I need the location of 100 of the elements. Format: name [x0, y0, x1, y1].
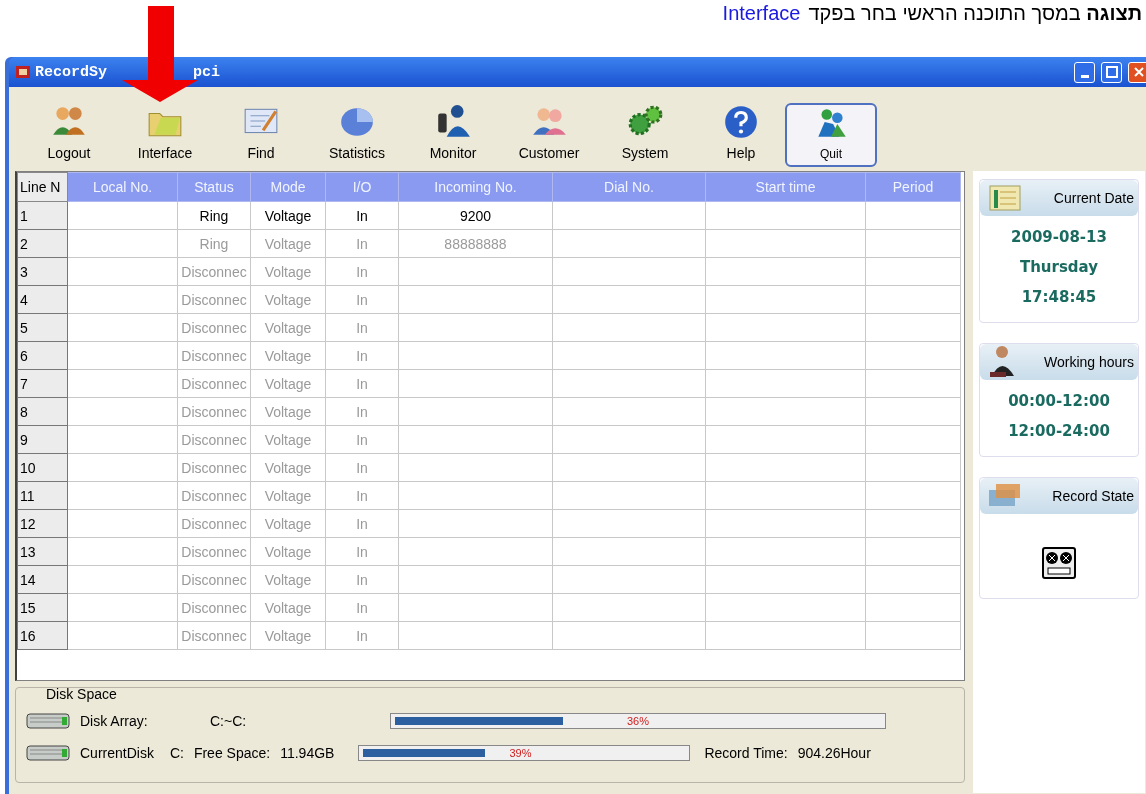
- io-cell: In: [325, 593, 399, 622]
- hard-drive-icon: [26, 713, 70, 729]
- status-cell: Disconnec: [177, 285, 251, 314]
- mode-cell: Voltage: [250, 537, 326, 566]
- line-number-cell: 7: [17, 369, 68, 398]
- minimize-button[interactable]: [1074, 61, 1095, 83]
- mode-cell: Voltage: [250, 369, 326, 398]
- io-cell: In: [325, 201, 399, 230]
- toolbar-button[interactable]: Monitor: [405, 93, 501, 167]
- close-icon: [1132, 66, 1145, 78]
- percent-label: 36%: [627, 714, 650, 728]
- io-cell: In: [325, 481, 399, 510]
- line-number-cell: 13: [17, 537, 68, 566]
- line-number-cell: 3: [17, 257, 68, 286]
- app-icon: [15, 64, 31, 80]
- io-cell: In: [325, 257, 399, 286]
- hard-drive-icon: [26, 745, 70, 761]
- minimize-icon: [1080, 74, 1089, 78]
- status-cell: Disconnec: [177, 481, 251, 510]
- status-cell: Disconnec: [177, 397, 251, 426]
- mode-cell: Voltage: [250, 509, 326, 538]
- toolbar-button[interactable]: Quit: [785, 103, 877, 167]
- io-cell: In: [325, 285, 399, 314]
- mode-cell: Voltage: [250, 425, 326, 454]
- incoming-number-cell: 88888888: [398, 229, 553, 258]
- column-header[interactable]: Line N: [17, 172, 68, 202]
- line-number-cell: 2: [17, 229, 68, 258]
- mode-cell: Voltage: [250, 621, 326, 650]
- info-value: 2009-08-13: [1011, 228, 1107, 246]
- incoming-number-cell: 9200: [398, 201, 553, 230]
- mode-cell: Voltage: [250, 313, 326, 342]
- record-time-value: 904.26Hour: [797, 745, 871, 761]
- window-title: pci: [193, 63, 221, 81]
- card-title: Working hours: [1044, 354, 1134, 370]
- mode-cell: Voltage: [250, 565, 326, 594]
- status-cell: Disconnec: [177, 565, 251, 594]
- io-cell: In: [325, 369, 399, 398]
- mode-cell: Voltage: [250, 481, 326, 510]
- card-title: Current Date: [1053, 190, 1134, 206]
- maximize-button[interactable]: [1101, 61, 1122, 83]
- record-time-label: Record Time:: [704, 745, 788, 761]
- io-cell: In: [325, 621, 399, 650]
- mode-cell: Voltage: [250, 257, 326, 286]
- current-disk-label: CurrentDisk: [80, 745, 154, 761]
- mode-cell: Voltage: [250, 397, 326, 426]
- status-cell: Disconnec: [177, 593, 251, 622]
- io-cell: In: [325, 565, 399, 594]
- mode-cell: Voltage: [250, 593, 326, 622]
- io-cell: In: [325, 341, 399, 370]
- group-title: Disk Space: [46, 686, 118, 702]
- io-cell: In: [325, 397, 399, 426]
- mode-cell: Voltage: [250, 229, 326, 258]
- toolbar-button[interactable]: Statistics: [309, 93, 405, 167]
- help-icon: [722, 103, 760, 141]
- io-cell: In: [325, 537, 399, 566]
- status-cell: Disconnec: [177, 313, 251, 342]
- card-title: Record State: [1052, 488, 1134, 504]
- toolbar-button[interactable]: System: [597, 93, 693, 167]
- info-value: 12:00-24:00: [1008, 422, 1110, 440]
- free-space-label: Free Space:: [193, 745, 271, 761]
- line-number-cell: 12: [17, 509, 68, 538]
- mode-cell: Voltage: [250, 341, 326, 370]
- status-cell: Disconnec: [177, 425, 251, 454]
- close-button[interactable]: [1128, 61, 1146, 83]
- status-cell: Disconnec: [177, 537, 251, 566]
- io-cell: In: [325, 425, 399, 454]
- caption-text: תצוגה במסך התוכנה הראשי בחר בפקד: [808, 2, 1142, 25]
- info-value: 17:48:45: [1021, 288, 1097, 306]
- line-number-cell: 14: [17, 565, 68, 594]
- status-cell: Disconnec: [177, 621, 251, 650]
- tape-recorder-icon: [1041, 546, 1077, 582]
- line-number-cell: 1: [17, 201, 68, 230]
- status-cell: Disconnec: [177, 341, 251, 370]
- line-number-cell: 4: [17, 285, 68, 314]
- line-number-cell: 15: [17, 593, 68, 622]
- toolbar-button[interactable]: Logout: [21, 93, 117, 167]
- toolbar-button[interactable]: Customer: [501, 93, 597, 167]
- line-number-cell: 16: [17, 621, 68, 650]
- toolbar-button[interactable]: Find: [213, 93, 309, 167]
- status-cell: Disconnec: [177, 369, 251, 398]
- disk-path: C:~C:: [210, 713, 248, 729]
- status-cell: Ring: [177, 229, 251, 258]
- window-title: RecordSy: [35, 63, 107, 81]
- status-cell: Disconnec: [177, 509, 251, 538]
- status-cell: Disconnec: [177, 257, 251, 286]
- status-cell: Disconnec: [177, 453, 251, 482]
- line-number-cell: 11: [17, 481, 68, 510]
- maximize-icon: [1105, 66, 1118, 78]
- line-number-cell: 9: [17, 425, 68, 454]
- line-number-cell: 8: [17, 397, 68, 426]
- mode-cell: Voltage: [250, 201, 326, 230]
- io-cell: In: [325, 313, 399, 342]
- disk-array-label: Disk Array:: [80, 713, 149, 729]
- mode-cell: Voltage: [250, 285, 326, 314]
- io-cell: In: [325, 229, 399, 258]
- free-space-value: 11.94GB: [280, 745, 335, 761]
- drive-label: C:: [169, 745, 184, 761]
- io-cell: In: [325, 509, 399, 538]
- interface-link[interactable]: Interface: [722, 2, 801, 25]
- io-cell: In: [325, 453, 399, 482]
